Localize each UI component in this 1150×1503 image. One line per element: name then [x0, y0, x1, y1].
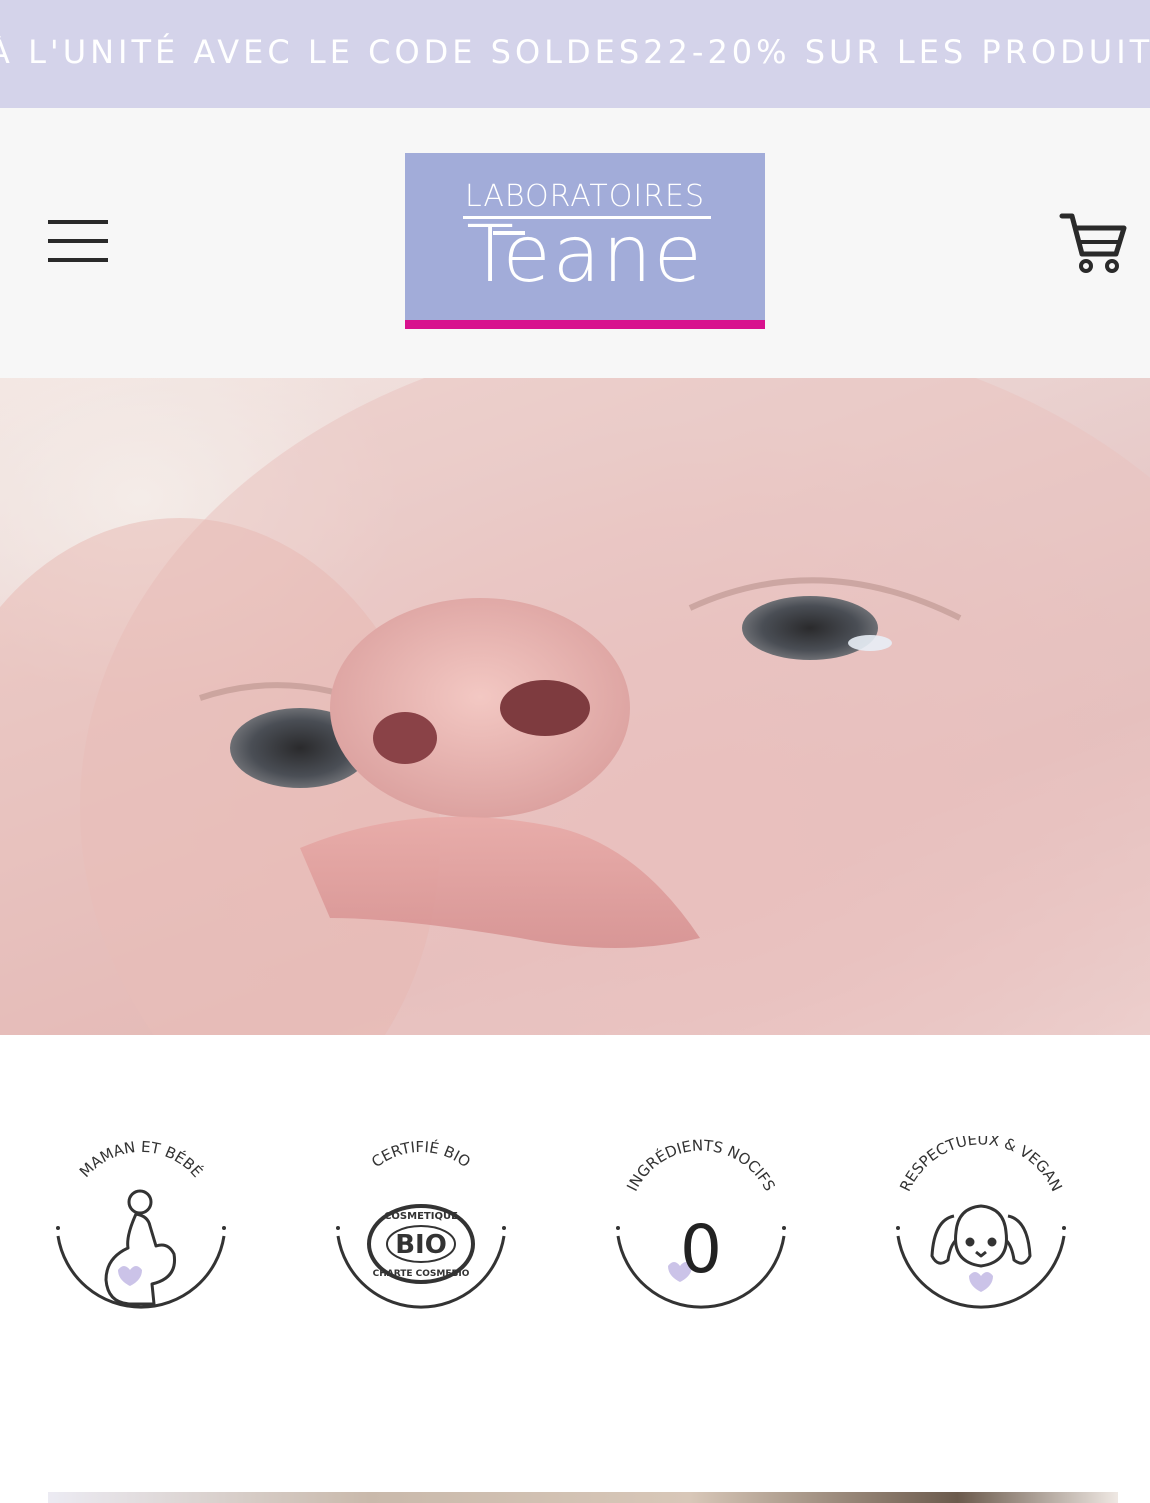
zero-icon: 0 — [680, 1211, 722, 1288]
logo-line1: LABORATOIRES — [464, 179, 706, 214]
logo-line2: Teane — [466, 210, 704, 300]
badges-row: MAMAN ET BÉBÉ CERTIFIÉ BIO COSMETIQUE BI… — [0, 1136, 1150, 1336]
badge-respectueux-vegan: RESPECTUEUX & VEGAN — [886, 1136, 1076, 1336]
svg-text:CHARTE COSMEBIO: CHARTE COSMEBIO — [373, 1269, 470, 1279]
announcement-bar: À L'UNITÉ AVEC LE CODE SOLDES22-20% SUR … — [0, 0, 1150, 108]
badge-label: CERTIFIÉ BIO — [368, 1137, 474, 1171]
announcement-text: À L'UNITÉ AVEC LE CODE SOLDES22-20% SUR … — [0, 33, 1150, 71]
badge-certifie-bio: CERTIFIÉ BIO COSMETIQUE BIO CHARTE COSME… — [326, 1136, 516, 1336]
pregnant-woman-icon — [104, 1189, 177, 1306]
badge-label: RESPECTUEUX & VEGAN — [896, 1136, 1066, 1194]
hero-image — [0, 378, 1150, 1035]
next-section-image-peek — [48, 1492, 1118, 1503]
heart-icon — [118, 1266, 142, 1286]
badge-maman-bebe: MAMAN ET BÉBÉ — [46, 1136, 236, 1336]
badge-ingredients-nocifs: INGRÉDIENTS NOCIFS 0 — [606, 1136, 796, 1336]
brand-logo[interactable]: LABORATOIRES Teane — [405, 153, 765, 329]
logo-macron — [493, 231, 525, 235]
badge-label: MAMAN ET BÉBÉ — [76, 1138, 207, 1181]
svg-text:COSMETIQUE: COSMETIQUE — [384, 1211, 458, 1222]
shopping-cart-icon[interactable] — [1058, 208, 1128, 278]
cosmetique-bio-seal-icon: COSMETIQUE BIO CHARTE COSMEBIO — [367, 1204, 475, 1284]
hamburger-menu-icon[interactable] — [46, 220, 110, 264]
heart-icon — [969, 1272, 993, 1292]
badge-label: INGRÉDIENTS NOCIFS — [623, 1136, 779, 1194]
rabbit-icon — [930, 1204, 1032, 1268]
svg-text:BIO: BIO — [395, 1230, 447, 1260]
